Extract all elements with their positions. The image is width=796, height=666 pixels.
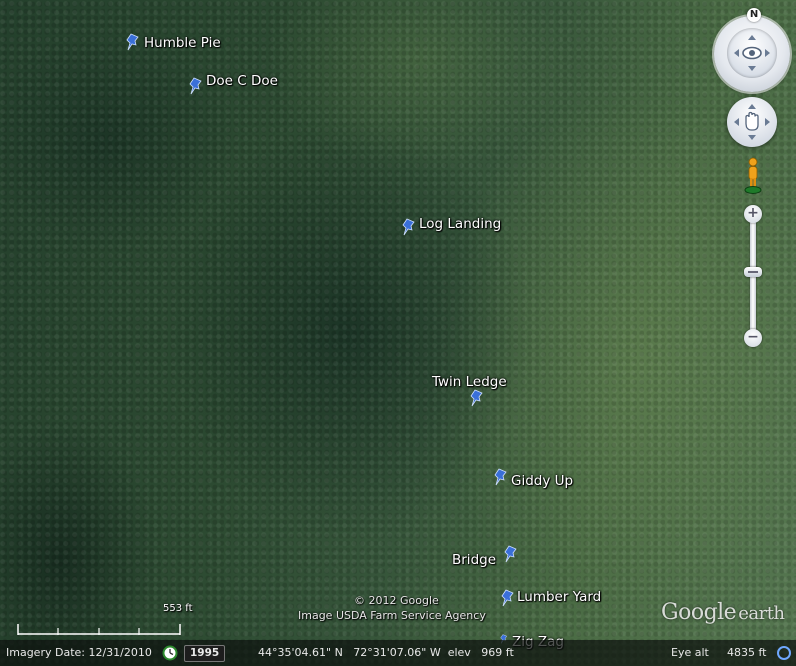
- streaming-icon: [777, 646, 791, 660]
- eye-alt-value: 4835 ft: [727, 646, 767, 659]
- pushpin-icon: [501, 589, 514, 607]
- pegman-icon[interactable]: [743, 157, 763, 195]
- imagery-credit: Image USDA Farm Service Agency: [298, 609, 486, 622]
- logo-name: Google: [661, 600, 737, 625]
- eye-alt-label: Eye alt: [671, 646, 709, 659]
- placemark-label: Doe C Doe: [206, 73, 278, 89]
- pushpin-icon: [504, 545, 517, 563]
- pushpin-icon: [494, 468, 507, 486]
- copyright-notice: © 2012 Google: [354, 594, 439, 607]
- pushpin-icon: [470, 389, 483, 407]
- historical-imagery-year[interactable]: 1995: [184, 645, 226, 662]
- satellite-map[interactable]: [0, 0, 796, 666]
- status-bar: Imagery Date: 12/31/2010 1995 44°35'04.6…: [0, 640, 796, 666]
- imagery-date: Imagery Date: 12/31/2010: [6, 646, 152, 659]
- zoom-slider-handle[interactable]: [744, 267, 762, 278]
- placemark-label: Lumber Yard: [517, 589, 602, 605]
- logo-suffix: earth: [738, 603, 785, 624]
- scale-label: 553 ft: [163, 603, 193, 614]
- scale-bar: [17, 624, 181, 635]
- placemark-label: Humble Pie: [144, 35, 221, 51]
- look-around-icon: [734, 35, 770, 71]
- placemark-label: Log Landing: [419, 216, 502, 232]
- placemark-label: Giddy Up: [511, 473, 574, 489]
- pushpin-icon: [126, 33, 139, 51]
- move-hand-icon: [734, 104, 770, 140]
- placemark-label: Twin Ledge: [432, 374, 507, 390]
- google-earth-logo: Google earth: [661, 600, 785, 625]
- pushpin-icon: [189, 77, 202, 95]
- pushpin-icon: [402, 218, 415, 236]
- compass-north-button[interactable]: N: [747, 8, 761, 22]
- pointer-coordinates: 44°35'04.61" N 72°31'07.06" W elev 969 f…: [258, 646, 514, 659]
- zoom-out-button[interactable]: −: [744, 329, 762, 347]
- placemark-label: Bridge: [452, 552, 497, 568]
- zoom-in-button[interactable]: +: [744, 205, 762, 223]
- history-clock-icon[interactable]: [162, 645, 178, 661]
